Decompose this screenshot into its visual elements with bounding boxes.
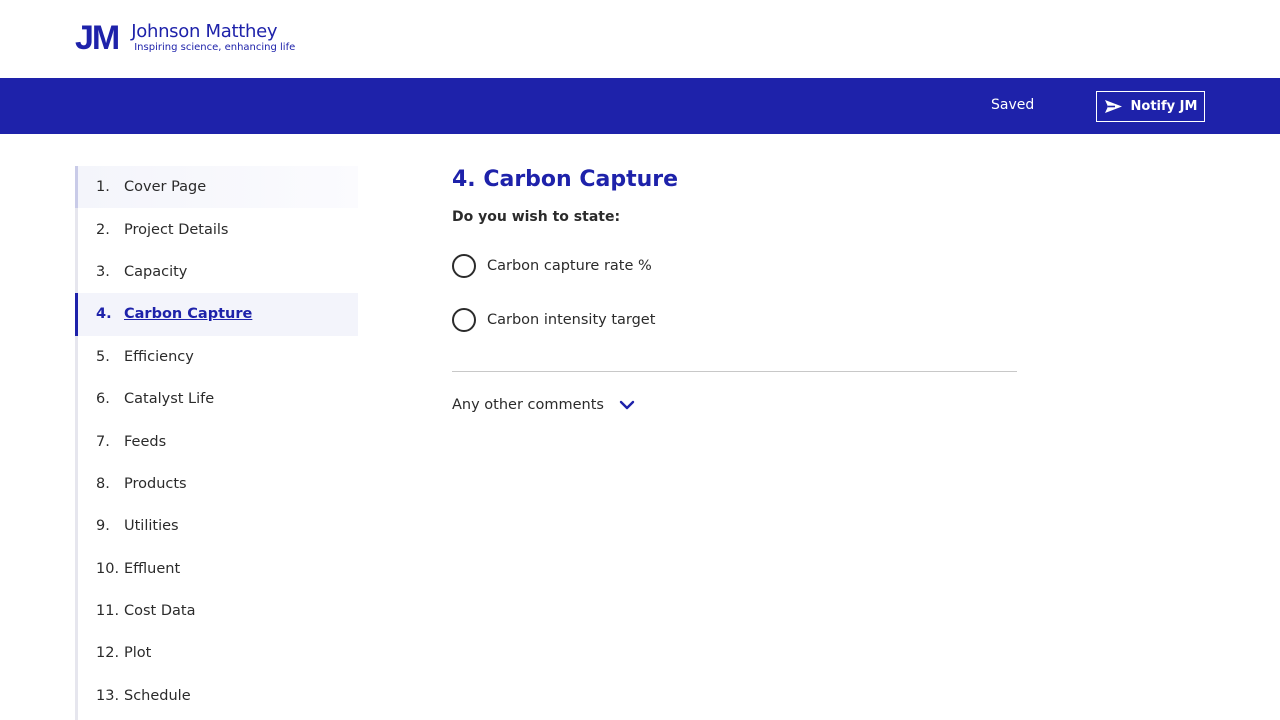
sidebar-item-number: 5. [96, 348, 110, 365]
sidebar-item-number: 10. [96, 560, 120, 577]
sidebar-item-number: 6. [96, 391, 110, 408]
sidebar-item-number: 8. [96, 475, 110, 492]
notify-jm-label: Notify JM [1130, 99, 1198, 114]
option-carbon-capture-rate[interactable]: Carbon capture rate % [452, 254, 1017, 278]
sidebar-item-products[interactable]: 8. Products [78, 463, 358, 505]
logo-text: Johnson Matthey Inspiring science, enhan… [131, 22, 295, 54]
site-header: JM Johnson Matthey Inspiring science, en… [0, 0, 1280, 78]
divider [452, 371, 1017, 372]
sidebar-item-effluent[interactable]: 10. Effluent [78, 548, 358, 590]
option-label: Carbon capture rate % [487, 258, 652, 274]
sidebar-item-number: 12. [96, 645, 120, 662]
radio-button[interactable] [452, 254, 476, 278]
sidebar-item-number: 3. [96, 263, 110, 280]
sidebar-item-label: Capacity [124, 263, 188, 280]
sidebar-item-catalyst-life[interactable]: 6. Catalyst Life [78, 378, 358, 420]
johnson-matthey-logo[interactable]: JM Johnson Matthey Inspiring science, en… [75, 21, 295, 55]
logo-tagline: Inspiring science, enhancing life [134, 42, 296, 53]
sidebar-item-schedule[interactable]: 13. Schedule [78, 675, 358, 717]
sidebar-item-efficiency[interactable]: 5. Efficiency [78, 336, 358, 378]
question-text: Do you wish to state: [452, 209, 621, 225]
logo-name: Johnson Matthey [131, 21, 278, 42]
sidebar-item-feeds[interactable]: 7. Feeds [78, 420, 358, 462]
sidebar-item-number: 1. [96, 179, 110, 196]
other-comments-toggle[interactable]: Any other comments [452, 397, 1017, 413]
sidebar-item-label: Efficiency [124, 348, 194, 365]
sidebar-item-label: Products [124, 475, 187, 492]
sidebar-item-carbon-capture[interactable]: 4. Carbon Capture [75, 293, 358, 336]
sidebar-item-cost-data[interactable]: 11. Cost Data [78, 590, 358, 632]
sidebar-item-label: Effluent [124, 560, 181, 577]
option-label: Carbon intensity target [487, 312, 656, 328]
chevron-down-icon [619, 400, 635, 410]
action-bar [0, 78, 1280, 134]
logo-mark: JM [75, 19, 120, 57]
sidebar-item-label: Project Details [124, 221, 229, 238]
sidebar-item-plot[interactable]: 12. Plot [78, 632, 358, 674]
sidebar-item-label: Schedule [124, 687, 191, 704]
sidebar-item-label: Plot [124, 645, 152, 662]
send-icon [1104, 100, 1122, 113]
sidebar-item-label: Feeds [124, 433, 167, 450]
sidebar-item-number: 9. [96, 518, 110, 535]
comments-label: Any other comments [452, 397, 604, 413]
notify-jm-button[interactable]: Notify JM [1096, 91, 1205, 122]
sidebar-item-project-details[interactable]: 2. Project Details [78, 208, 358, 250]
save-status: Saved [991, 97, 1035, 113]
option-carbon-intensity-target[interactable]: Carbon intensity target [452, 308, 1017, 332]
sidebar-item-utilities[interactable]: 9. Utilities [78, 505, 358, 547]
sidebar-item-number: 13. [96, 687, 120, 704]
page-title: 4. Carbon Capture [452, 167, 679, 192]
sidebar-item-number: 7. [96, 433, 110, 450]
radio-button[interactable] [452, 308, 476, 332]
sidebar-item-capacity[interactable]: 3. Capacity [78, 251, 358, 293]
main-content: 4. Carbon Capture Do you wish to state: … [452, 164, 1017, 413]
sidebar-item-number: 4. [96, 306, 112, 323]
sidebar-item-number: 11. [96, 603, 120, 620]
sidebar-item-label: Catalyst Life [124, 391, 215, 408]
sidebar-item-label: Cover Page [124, 179, 207, 196]
sidebar-item-label: Carbon Capture [124, 306, 253, 323]
sidebar-item-number: 2. [96, 221, 110, 238]
section-nav: 1. Cover Page 2. Project Details 3. Capacity 4… [75, 166, 358, 720]
sidebar-item-label: Cost Data [124, 603, 196, 620]
sidebar-item-cover-page[interactable]: 1. Cover Page [75, 166, 358, 209]
sidebar-item-label: Utilities [124, 518, 179, 535]
